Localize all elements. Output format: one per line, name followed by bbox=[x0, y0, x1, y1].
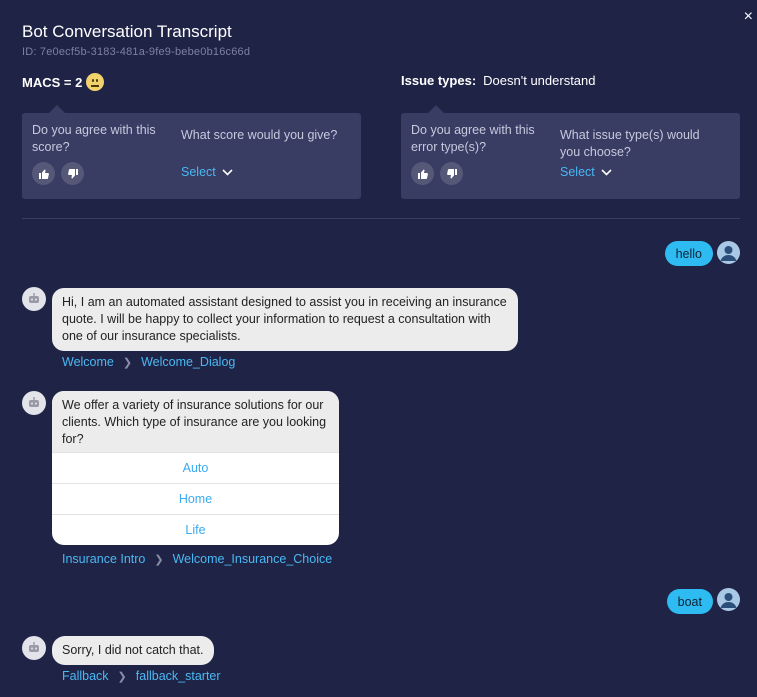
chevron-right-icon: ❯ bbox=[122, 356, 133, 369]
error-agree-question: Do you agree with this error type(s)? bbox=[411, 123, 535, 154]
choice-option[interactable]: Life bbox=[52, 514, 339, 545]
user-avatar-icon bbox=[717, 588, 740, 611]
user-message: boat bbox=[666, 589, 713, 614]
bot-message: We offer a variety of insurance solution… bbox=[52, 391, 339, 452]
choice-option[interactable]: Auto bbox=[52, 452, 339, 483]
intent-breadcrumb: Insurance Intro ❯ Welcome_Insurance_Choi… bbox=[62, 552, 332, 566]
score-feedback-card: Do you agree with this score? What score… bbox=[22, 105, 361, 199]
dialog-node-link[interactable]: Welcome_Dialog bbox=[141, 355, 235, 369]
page-title: Bot Conversation Transcript bbox=[22, 22, 232, 41]
score-select-dropdown[interactable]: Select bbox=[181, 165, 233, 179]
issue-types-value: Doesn't understand bbox=[483, 73, 596, 88]
dialog-node-link[interactable]: Welcome_Insurance_Choice bbox=[173, 552, 333, 566]
dialog-node-link[interactable]: fallback_starter bbox=[136, 669, 221, 683]
neutral-face-icon bbox=[86, 73, 105, 91]
choice-option[interactable]: Home bbox=[52, 483, 339, 514]
score-select-label: Select bbox=[181, 165, 216, 179]
bot-avatar-icon bbox=[22, 636, 46, 660]
user-avatar-icon bbox=[717, 241, 740, 264]
thumbs-down-icon[interactable] bbox=[440, 162, 463, 185]
score-choice-question: What score would you give? bbox=[181, 128, 338, 142]
intent-link[interactable]: Fallback bbox=[62, 669, 109, 683]
issue-types: Issue types: Doesn't understand bbox=[401, 73, 596, 88]
intent-link[interactable]: Insurance Intro bbox=[62, 552, 145, 566]
issue-select-label: Select bbox=[560, 165, 595, 179]
intent-breadcrumb: Fallback ❯ fallback_starter bbox=[62, 669, 221, 683]
bot-avatar-icon bbox=[22, 391, 46, 415]
issue-select-dropdown[interactable]: Select bbox=[560, 165, 612, 179]
error-type-feedback-card: Do you agree with this error type(s)? Wh… bbox=[401, 105, 740, 199]
bot-choice-message: We offer a variety of insurance solution… bbox=[52, 391, 339, 545]
macs-score: MACS = 2 bbox=[22, 73, 105, 91]
close-icon[interactable]: × bbox=[744, 9, 753, 25]
thumbs-up-icon[interactable] bbox=[32, 162, 55, 185]
intent-link[interactable]: Welcome bbox=[62, 355, 114, 369]
score-agree-question: Do you agree with this score? bbox=[32, 123, 156, 154]
chevron-down-icon bbox=[601, 168, 612, 176]
user-message: hello bbox=[664, 241, 713, 266]
conversation-id: ID: 7e0ecf5b-3183-481a-9fe9-bebe0b16c66d bbox=[22, 46, 251, 58]
chevron-down-icon bbox=[222, 168, 233, 176]
issue-types-label: Issue types: bbox=[401, 73, 477, 88]
macs-label: MACS = 2 bbox=[22, 74, 83, 90]
section-divider bbox=[22, 218, 740, 219]
bot-message: Sorry, I did not catch that. bbox=[52, 636, 214, 665]
thumbs-up-icon[interactable] bbox=[411, 162, 434, 185]
bot-message: Hi, I am an automated assistant designed… bbox=[52, 288, 518, 351]
thumbs-down-icon[interactable] bbox=[61, 162, 84, 185]
intent-breadcrumb: Welcome ❯ Welcome_Dialog bbox=[62, 355, 235, 369]
issue-choice-question: What issue type(s) would you choose? bbox=[560, 128, 700, 159]
chevron-right-icon: ❯ bbox=[154, 553, 164, 566]
bot-avatar-icon bbox=[22, 287, 46, 311]
chevron-right-icon: ❯ bbox=[117, 670, 127, 683]
